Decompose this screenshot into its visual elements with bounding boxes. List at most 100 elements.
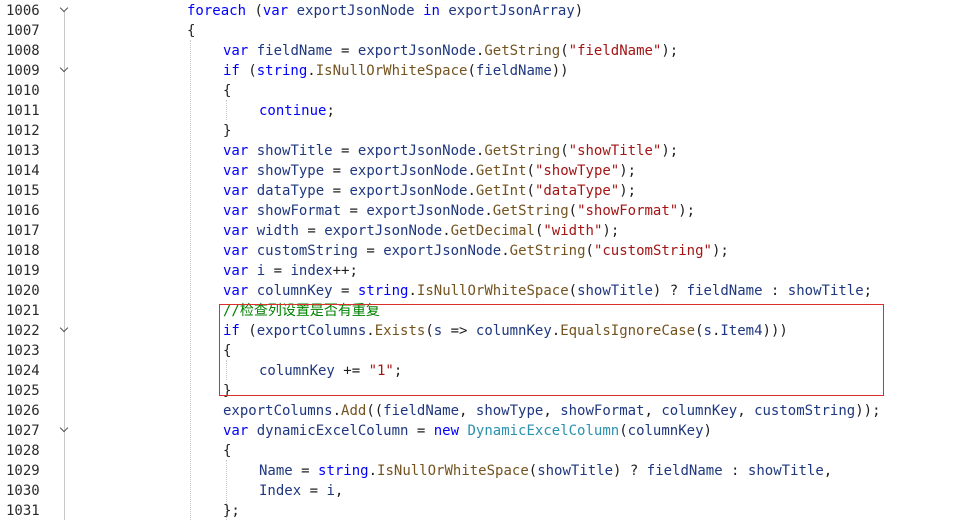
code-line[interactable]: 1012} [0,121,954,141]
code-token: var [223,223,249,239]
code-token: = [301,483,327,499]
code-line[interactable]: 1014 var showType = exportJsonNode.GetInt… [0,161,954,181]
code-token: in [423,3,440,19]
code-token: exportJsonNode [296,3,415,19]
code-token: foreach [187,3,247,19]
code-line[interactable]: 1008 var fieldName = exportJsonNode.GetSt… [0,41,954,61]
code-token: fieldName [475,63,552,79]
code-token: . [307,63,316,79]
code-token: = [332,43,358,59]
code-line[interactable]: 1020 var columnKey = string.IsNullOrWhite… [0,281,954,301]
highlight-box [219,304,884,396]
code-token: : [722,463,748,479]
code-token: exportJsonNode [324,223,443,239]
code-token: , [644,403,662,419]
code-line[interactable]: 1011 continue; [0,101,954,121]
code-token: showType [256,163,325,179]
code-token: string [256,63,308,79]
code-line[interactable]: 1019 var i = index++; [0,261,954,281]
code-line[interactable]: 1016 var showFormat = exportJsonNode.GetS… [0,201,954,221]
line-number: 1009 [6,63,40,79]
code-line[interactable]: 1013 var showTitle = exportJsonNode.GetSt… [0,141,954,161]
line-number: 1010 [6,83,40,99]
code-line[interactable]: 1007 { [0,21,954,41]
line-number: 1020 [6,283,40,299]
code-line[interactable]: 1006 foreach (var exportJsonNode in expor… [0,1,954,21]
code-token: ( [560,143,569,159]
fold-chevron-icon[interactable] [58,1,70,21]
code-token: exportJsonNode [357,43,476,59]
code-token: showTitle [577,283,653,299]
code-token: width [256,223,299,239]
code-text: var width = exportJsonNode.GetDecimal("w… [223,221,619,241]
code-token: showType [475,403,544,419]
line-number: 1026 [6,403,40,419]
code-line[interactable]: 1010 { [0,81,954,101]
code-line[interactable]: 1028 { [0,441,954,461]
code-token: ); [619,163,637,179]
fold-chevron-icon[interactable] [58,421,70,441]
code-line[interactable]: 1026 exportColumns.Add((fieldName, showTy… [0,401,954,421]
code-text: exportColumns.Add((fieldName, showType, … [223,401,881,421]
line-number: 1007 [6,23,40,39]
code-token: "customString" [593,243,712,259]
fold-chevron-icon[interactable] [58,61,70,81]
code-token: ); [602,223,620,239]
code-text: var i = index++; [223,261,358,281]
code-line[interactable]: 1030 Index = i, [0,481,954,501]
code-token: ( [568,203,578,219]
line-number: 1023 [6,343,40,359]
line-number: 1022 [6,323,40,339]
line-number: 1025 [6,383,40,399]
code-token: showTitle [787,283,864,299]
code-text: } [223,121,231,141]
code-token: var [223,183,249,199]
line-number: 1028 [6,443,40,459]
code-token: string [357,283,409,299]
code-line[interactable]: 1018 var customString = exportJsonNode.Ge… [0,241,954,261]
code-token: fieldName [256,43,333,59]
code-token: dynamicExcelColumn [256,423,409,439]
code-line[interactable]: 1017 var width = exportJsonNode.GetDecima… [0,221,954,241]
code-token: . [408,283,417,299]
line-number: 1011 [6,103,40,119]
line-number: 1016 [6,203,40,219]
code-token: "showTitle" [568,143,662,159]
code-token: ( [526,183,535,199]
code-line[interactable]: 1031}; [0,501,954,521]
code-token: "showFormat" [577,203,679,219]
code-token: "dataType" [534,183,620,199]
code-token: GetInt [475,183,527,199]
code-line[interactable]: 1009 if (string.IsNullOrWhiteSpace(fieldN… [0,61,954,81]
line-number: 1014 [6,163,40,179]
code-line[interactable]: 1015 var dataType = exportJsonNode.GetInt… [0,181,954,201]
code-token: ) [574,3,584,19]
code-token: ( [560,43,569,59]
code-token: ) ? [652,283,687,299]
fold-chevron-icon[interactable] [58,321,70,341]
code-token: ); [619,183,637,199]
code-editor[interactable]: 1006 foreach (var exportJsonNode in expor… [0,0,954,520]
line-number: 1013 [6,143,40,159]
code-token: GetString [484,43,561,59]
code-token: } [223,123,232,139]
code-token: ); [661,143,679,159]
code-text: if (string.IsNullOrWhiteSpace(fieldName)… [223,61,569,81]
code-token: , [823,463,833,479]
code-token: if [223,63,240,79]
code-token: GetDecimal [450,223,535,239]
code-line[interactable]: 1029 Name = string.IsNullOrWhiteSpace(sho… [0,461,954,481]
code-text: var customString = exportJsonNode.GetStr… [223,241,729,261]
code-token: "showType" [534,163,620,179]
code-token: , [334,483,344,499]
code-token: ( [568,283,578,299]
code-line[interactable]: 1027 var dynamicExcelColumn = new Dynamic… [0,421,954,441]
code-token: = [408,423,434,439]
